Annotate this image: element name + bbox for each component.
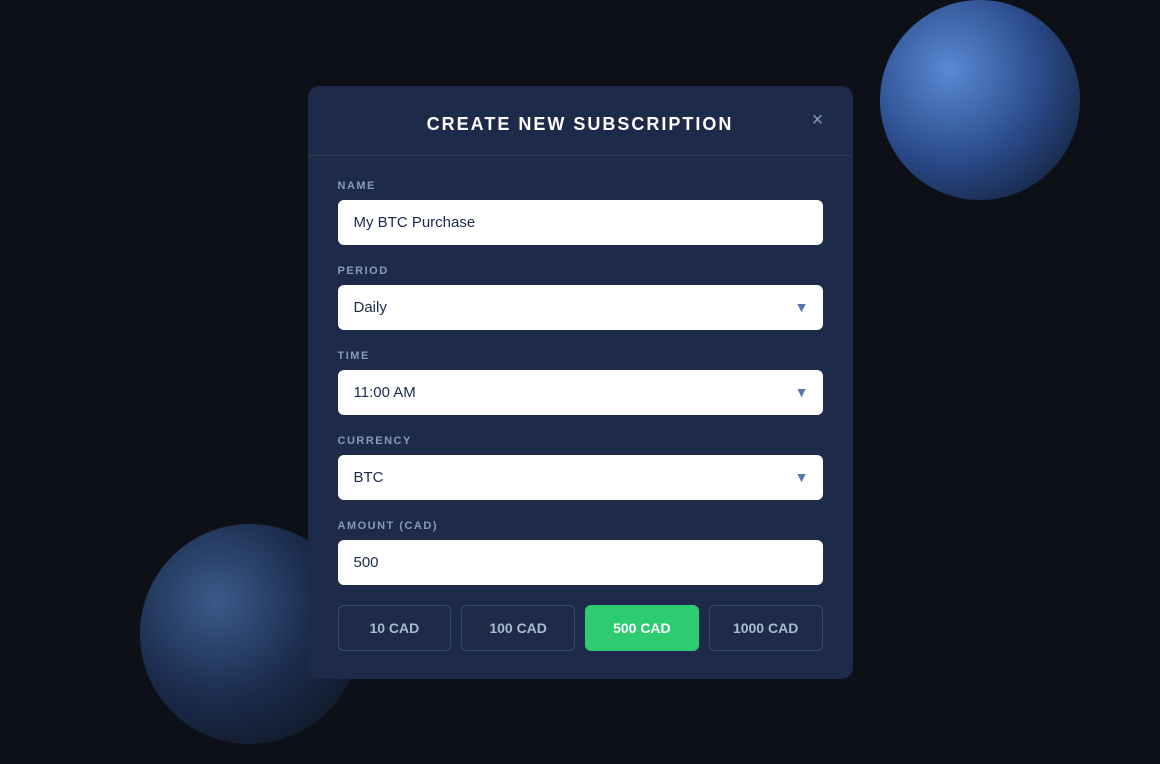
modal-header: CREATE NEW SUBSCRIPTION × [308,86,853,156]
time-select-wrapper: 11:00 AM 12:00 PM 1:00 PM ▼ [338,370,823,415]
time-select[interactable]: 11:00 AM 12:00 PM 1:00 PM [338,370,823,415]
close-button[interactable]: × [803,105,833,135]
amount-label: AMOUNT (CAD) [338,520,823,532]
name-input[interactable] [338,200,823,245]
period-group: PERIOD Daily Weekly Monthly ▼ [338,265,823,330]
period-select-wrapper: Daily Weekly Monthly ▼ [338,285,823,330]
modal-title: CREATE NEW SUBSCRIPTION [427,114,734,134]
currency-select[interactable]: BTC ETH LTC [338,455,823,500]
amount-btn-500[interactable]: 500 CAD [585,605,699,651]
amount-group: AMOUNT (CAD) [338,520,823,585]
currency-label: CURRENCY [338,435,823,447]
amount-buttons: 10 CAD 100 CAD 500 CAD 1000 CAD [338,605,823,651]
period-label: PERIOD [338,265,823,277]
amount-btn-10[interactable]: 10 CAD [338,605,452,651]
amount-btn-100[interactable]: 100 CAD [461,605,575,651]
period-select[interactable]: Daily Weekly Monthly [338,285,823,330]
currency-group: CURRENCY BTC ETH LTC ▼ [338,435,823,500]
modal: CREATE NEW SUBSCRIPTION × NAME PERIOD Da… [308,86,853,679]
name-group: NAME [338,180,823,245]
amount-btn-1000[interactable]: 1000 CAD [709,605,823,651]
time-group: TIME 11:00 AM 12:00 PM 1:00 PM ▼ [338,350,823,415]
time-label: TIME [338,350,823,362]
currency-select-wrapper: BTC ETH LTC ▼ [338,455,823,500]
amount-input[interactable] [338,540,823,585]
modal-body: NAME PERIOD Daily Weekly Monthly ▼ TIME [308,156,853,679]
name-label: NAME [338,180,823,192]
modal-overlay: CREATE NEW SUBSCRIPTION × NAME PERIOD Da… [0,0,1160,764]
